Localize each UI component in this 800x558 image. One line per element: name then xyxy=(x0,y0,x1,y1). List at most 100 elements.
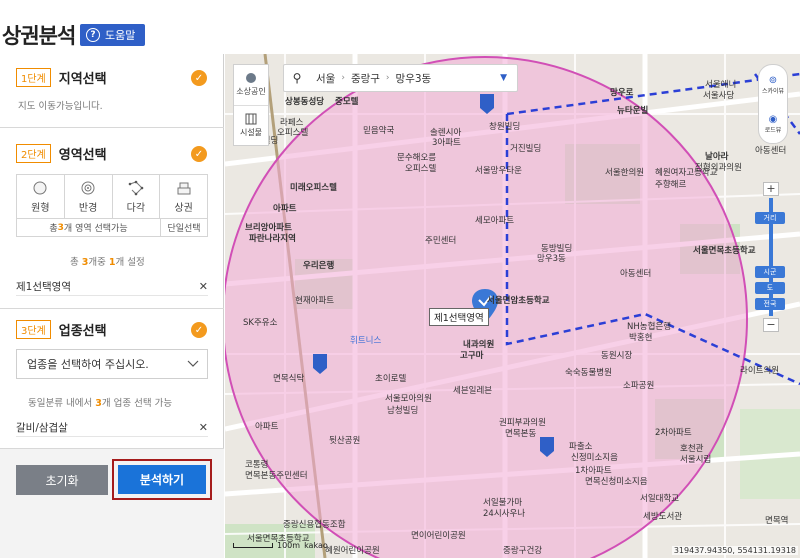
map-place: 세모아파트 xyxy=(475,216,515,226)
map-place: 박홍현 xyxy=(629,333,653,343)
reset-button[interactable]: 초기화 xyxy=(16,465,108,495)
step2-check-icon: ✓ xyxy=(191,146,207,162)
map-place: 중랑신용협동조합 xyxy=(283,520,346,530)
skyview-button[interactable]: ⊚ 스카이뷰 xyxy=(762,75,784,95)
step3-header: 3단계 업종선택 xyxy=(16,320,107,339)
analyze-button[interactable]: 분석하기 xyxy=(118,465,206,494)
industry-hint-suffix: 개 업종 선택 가능 xyxy=(101,398,173,409)
circle-icon xyxy=(33,181,47,194)
help-button[interactable]: ? 도움말 xyxy=(80,24,146,46)
zoom-level-street[interactable]: 거리 xyxy=(755,212,785,224)
map-place: 우리은행 xyxy=(303,261,335,271)
selected-area-label: 제1선택영역 xyxy=(16,281,71,293)
map-view-tools: ⊚ 스카이뷰 ◉ 로드뷰 xyxy=(758,64,788,144)
zoom-level-country[interactable]: 전국 xyxy=(755,298,785,310)
map-place: 남청빌딩 xyxy=(387,406,419,416)
area-setting-count: 총 3개중 1개 설정 xyxy=(70,254,145,268)
location-selector[interactable]: ⚲ 서울 › 중랑구 › 망우3동 ▼ xyxy=(283,64,518,92)
selected-area-row: 제1선택영역 ✕ xyxy=(16,278,208,296)
map-place: 믿음약국 xyxy=(363,126,395,136)
building-icon xyxy=(177,182,191,194)
industry-hint-num: 3 xyxy=(95,398,102,409)
action-area: 초기화 분석하기 xyxy=(0,448,224,558)
shape-polygon-label: 다각 xyxy=(126,202,146,214)
shape-polygon-button[interactable]: 다각 xyxy=(113,175,161,218)
map-place: 2차아파트 xyxy=(655,428,692,438)
map-place: 혜원어린이공원 xyxy=(325,546,380,556)
map-place: 면이어린이공원 xyxy=(411,531,466,541)
shape-radius-label: 반경 xyxy=(78,202,98,214)
step3-badge: 3단계 xyxy=(16,320,51,339)
shape-radius-button[interactable]: 반경 xyxy=(65,175,113,218)
roadview-icon: ◉ xyxy=(768,113,778,125)
map-place: 아동센터 xyxy=(620,269,652,279)
map-view[interactable]: 상봉동성당 중모텔 망우로 서울애니 서울사당 뉴타운빌 라페스 오피스텔 믿음… xyxy=(225,54,800,558)
dong-select[interactable]: 망우3동 xyxy=(390,71,438,86)
roadview-button[interactable]: ◉ 로드뷰 xyxy=(765,114,782,134)
selected-industry-label: 갈비/삼겹살 xyxy=(16,422,68,434)
map-place: 고구마 xyxy=(460,351,484,361)
map-place: 서일대학교 xyxy=(640,494,680,504)
industry-dropdown-text: 업종을 선택하여 주십시오. xyxy=(27,358,149,371)
zoom-in-button[interactable]: + xyxy=(763,182,779,196)
map-place: 신정미소지음 xyxy=(571,453,618,463)
selected-area-map-label: 제1선택영역 xyxy=(429,308,489,326)
district-select[interactable]: 중랑구 xyxy=(345,71,386,86)
map-place: 24시사우나 xyxy=(483,509,526,519)
map-place: 서울모아의원 xyxy=(385,394,432,404)
step2-badge: 2단계 xyxy=(16,144,51,163)
map-place: 현재아파트 xyxy=(295,296,335,306)
area-limit-prefix: 총 xyxy=(49,224,58,234)
map-place: 세븐일레븐 xyxy=(453,386,493,396)
step1-check-icon: ✓ xyxy=(191,70,207,86)
map-pin-icon: ⚲ xyxy=(292,71,302,85)
step1-badge: 1단계 xyxy=(16,68,51,87)
map-place: 중랑구건강 xyxy=(503,546,543,556)
step1-header: 1단계 지역선택 xyxy=(16,68,107,87)
setting-mid: 개중 xyxy=(88,257,109,268)
step2-title: 영역선택 xyxy=(58,148,107,163)
map-coordinates: 319437.94350, 554131.19318 xyxy=(671,546,798,555)
industry-dropdown[interactable]: 업종을 선택하여 주십시오. xyxy=(16,349,208,379)
shape-circle-button[interactable]: 원형 xyxy=(17,175,65,218)
map-place: 뒷산공원 xyxy=(329,436,361,446)
step1-title: 지역선택 xyxy=(58,72,107,87)
step2-header: 2단계 영역선택 xyxy=(16,144,107,163)
small-business-button[interactable]: 소상공인 xyxy=(234,65,268,106)
map-place: 오피스텔 xyxy=(405,164,437,174)
single-select-button[interactable]: 단일선택 xyxy=(161,219,207,236)
caret-down-icon[interactable]: ▼ xyxy=(500,73,507,83)
step3-check-icon: ✓ xyxy=(191,322,207,338)
setting-suffix: 개 설정 xyxy=(115,257,145,268)
remove-industry-icon[interactable]: ✕ xyxy=(199,421,208,434)
facility-icon xyxy=(245,113,257,125)
map-place: 아파트 xyxy=(255,422,279,432)
city-select[interactable]: 서울 xyxy=(310,71,341,86)
zoom-level-city[interactable]: 시군 xyxy=(755,266,785,278)
map-place: 망우3동 xyxy=(537,254,566,264)
map-place: 서울망우타운 xyxy=(475,166,522,176)
facility-button[interactable]: 시설물 xyxy=(234,106,268,146)
map-place: 아파트 xyxy=(273,204,297,214)
zoom-out-button[interactable]: − xyxy=(763,318,779,332)
map-place: 세방도서관 xyxy=(643,512,683,522)
analyze-highlight: 분석하기 xyxy=(112,459,212,500)
shape-selector: 원형 반경 다각 상권 xyxy=(16,174,208,219)
map-place: 면목식탁 xyxy=(273,374,305,384)
map-place: 아동센터 xyxy=(755,146,787,156)
industry-hint: 동일분류 내에서 3개 업종 선택 가능 xyxy=(28,395,172,409)
map-place: SK주유소 xyxy=(243,318,278,328)
remove-area-icon[interactable]: ✕ xyxy=(199,280,208,293)
divider xyxy=(0,127,224,128)
page-header: 상권분석 ? 도움말 xyxy=(0,0,800,54)
zoom-level-province[interactable]: 도 xyxy=(755,282,785,294)
map-place: 휘트니스 xyxy=(350,336,382,346)
shape-district-label: 상권 xyxy=(174,202,193,214)
shape-district-button[interactable]: 상권 xyxy=(160,175,207,218)
small-business-label: 소상공인 xyxy=(236,87,266,97)
map-place: 서울면목초등학교 xyxy=(693,246,756,256)
map-place: 라이트의원 xyxy=(740,366,780,376)
shape-limits: 총 3 개 영역 선택가능 단일선택 xyxy=(16,219,208,237)
page-title: 상권분석 xyxy=(2,24,76,48)
kakao-logo: kakao xyxy=(304,541,328,550)
